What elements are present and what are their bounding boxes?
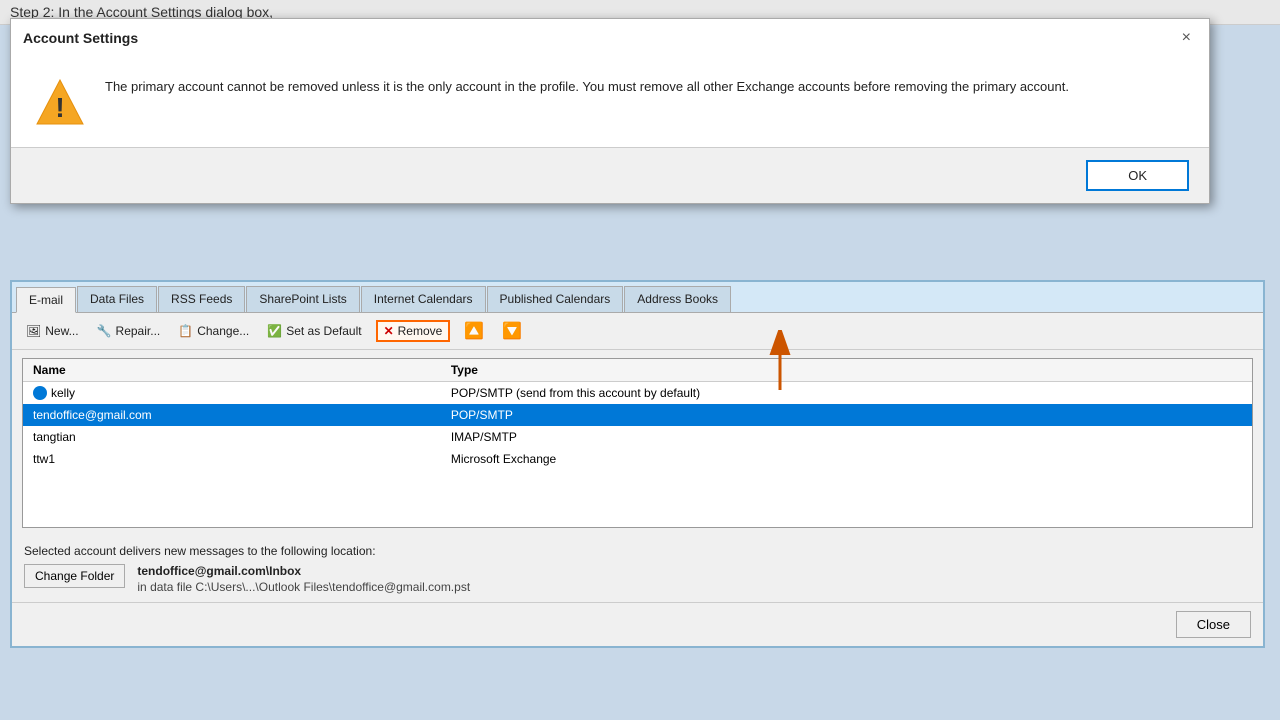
svg-text:!: !	[55, 92, 64, 123]
table-row[interactable]: ttw1 Microsoft Exchange	[23, 448, 1252, 470]
new-button[interactable]: 🖼 New...	[22, 322, 83, 340]
folder-row: Change Folder tendoffice@gmail.com\Inbox…	[24, 564, 1251, 594]
warning-body: ! The primary account cannot be removed …	[11, 57, 1209, 147]
tabs-bar: E-mail Data Files RSS Feeds SharePoint L…	[12, 282, 1263, 313]
move-up-button[interactable]: 🔼	[460, 319, 488, 343]
change-button[interactable]: 📋 Change...	[174, 322, 253, 340]
change-label: Change...	[197, 324, 249, 338]
tab-email[interactable]: E-mail	[16, 287, 76, 313]
account-name: tendoffice@gmail.com	[33, 408, 152, 422]
account-table-container: Name Type kelly POP/SMTP (send from this…	[22, 358, 1253, 528]
table-row[interactable]: tendoffice@gmail.com POP/SMTP	[23, 404, 1252, 426]
table-row[interactable]: kelly POP/SMTP (send from this account b…	[23, 382, 1252, 405]
account-name-cell: tendoffice@gmail.com	[23, 404, 441, 426]
arrow-annotation	[760, 330, 800, 393]
account-type-cell: Microsoft Exchange	[441, 448, 1252, 470]
toolbar: 🖼 New... 🔧 Repair... 📋 Change... ✅ Set a…	[12, 313, 1263, 350]
account-type-cell: POP/SMTP (send from this account by defa…	[441, 382, 1252, 405]
set-default-label: Set as Default	[286, 324, 361, 338]
dialog-bottom: Close	[12, 602, 1263, 646]
change-folder-button[interactable]: Change Folder	[24, 564, 125, 588]
repair-button[interactable]: 🔧 Repair...	[93, 322, 165, 340]
account-name: tangtian	[33, 430, 76, 444]
change-icon: 📋	[178, 324, 193, 338]
checkmark-icon: ✅	[267, 324, 282, 338]
move-down-button[interactable]: 🔽	[498, 319, 526, 343]
remove-label: Remove	[398, 324, 443, 338]
repair-icon: 🔧	[97, 324, 112, 338]
warning-icon: !	[35, 77, 85, 127]
tab-internet-calendars[interactable]: Internet Calendars	[361, 286, 486, 312]
account-type-cell: POP/SMTP	[441, 404, 1252, 426]
set-default-button[interactable]: ✅ Set as Default	[263, 322, 365, 340]
tab-address-books[interactable]: Address Books	[624, 286, 731, 312]
account-type-cell: IMAP/SMTP	[441, 426, 1252, 448]
folder-path: tendoffice@gmail.com\Inbox in data file …	[137, 564, 470, 594]
delivers-label: Selected account delivers new messages t…	[24, 544, 1251, 558]
close-button[interactable]: Close	[1176, 611, 1251, 638]
remove-x-icon: ✕	[384, 324, 394, 338]
new-icon: 🖼	[26, 324, 41, 338]
account-settings-dialog: E-mail Data Files RSS Feeds SharePoint L…	[10, 280, 1265, 648]
account-name-cell: tangtian	[23, 426, 441, 448]
remove-button[interactable]: ✕ Remove	[376, 320, 451, 342]
tab-data-files[interactable]: Data Files	[77, 286, 157, 312]
col-header-name: Name	[23, 359, 441, 382]
folder-path-sub: in data file C:\Users\...\Outlook Files\…	[137, 580, 470, 594]
account-name-cell: kelly	[23, 382, 441, 405]
repair-label: Repair...	[116, 324, 161, 338]
account-name-cell: ttw1	[23, 448, 441, 470]
col-header-type: Type	[441, 359, 1252, 382]
warning-titlebar: Account Settings ×	[11, 19, 1209, 57]
warning-dialog: Account Settings × ! The primary account…	[10, 18, 1210, 204]
account-name: kelly	[51, 386, 75, 400]
tab-rss-feeds[interactable]: RSS Feeds	[158, 286, 245, 312]
warning-message: The primary account cannot be removed un…	[105, 77, 1185, 97]
tab-sharepoint-lists[interactable]: SharePoint Lists	[246, 286, 359, 312]
account-footer: Selected account delivers new messages t…	[12, 536, 1263, 602]
warning-footer: OK	[11, 147, 1209, 203]
default-account-icon	[33, 386, 47, 400]
warning-close-button[interactable]: ×	[1176, 27, 1197, 49]
tab-published-calendars[interactable]: Published Calendars	[487, 286, 624, 312]
account-table: Name Type kelly POP/SMTP (send from this…	[23, 359, 1252, 470]
new-label: New...	[45, 324, 78, 338]
warning-title: Account Settings	[23, 30, 138, 46]
account-name: ttw1	[33, 452, 55, 466]
table-row[interactable]: tangtian IMAP/SMTP	[23, 426, 1252, 448]
folder-name: tendoffice@gmail.com\Inbox	[137, 564, 301, 578]
ok-button[interactable]: OK	[1086, 160, 1189, 191]
